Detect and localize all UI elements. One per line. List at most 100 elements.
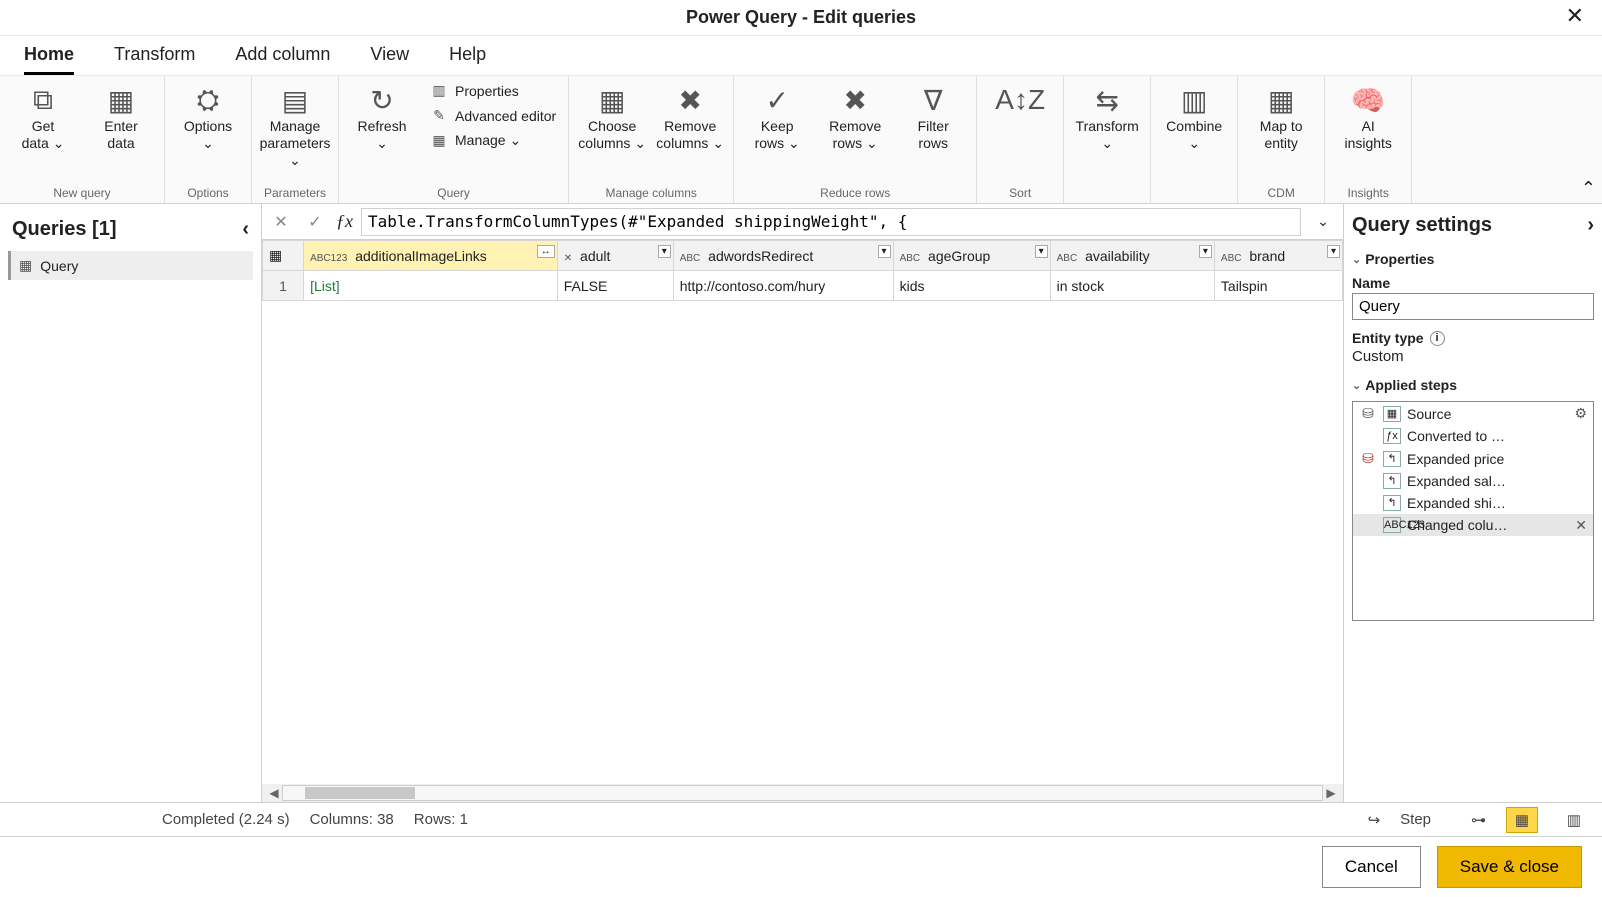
table-corner[interactable]: ▦: [263, 241, 304, 271]
step-label: Expanded shi…: [1407, 495, 1506, 511]
applied-step[interactable]: ⛁▦Source⚙: [1353, 402, 1593, 425]
column-name: adwordsRedirect: [704, 248, 813, 264]
ribbon-group: ✓Keep rows ⌄✖Remove rows ⌄∇Filter rowsRe…: [734, 76, 977, 203]
schema-view-button[interactable]: ▥: [1558, 807, 1590, 833]
cell[interactable]: http://contoso.com/hury: [673, 271, 893, 301]
expand-icon[interactable]: ↔: [537, 245, 555, 258]
cancel-formula-icon[interactable]: ✕: [268, 212, 294, 232]
column-header[interactable]: ABC ageGroup▾: [893, 241, 1050, 271]
cell[interactable]: kids: [893, 271, 1050, 301]
cell[interactable]: FALSE: [557, 271, 673, 301]
filter-dropdown-icon[interactable]: ▾: [878, 245, 891, 258]
enter-data-button[interactable]: ▦Enter data: [84, 80, 158, 154]
column-header[interactable]: ABC123 additionalImageLinks↔: [304, 241, 558, 271]
type-icon: ABC: [1057, 254, 1078, 264]
ribbon-tabs: Home Transform Add column View Help: [0, 36, 1602, 76]
column-name: availability: [1081, 248, 1149, 264]
step-type-icon: ABC123: [1383, 517, 1401, 533]
table-row[interactable]: 1[List]FALSEhttp://contoso.com/hurykidsi…: [263, 271, 1343, 301]
properties-button[interactable]: ▥Properties: [423, 80, 562, 101]
window-title: Power Query - Edit queries: [686, 7, 916, 28]
cell[interactable]: in stock: [1050, 271, 1214, 301]
manage-parameters-button[interactable]: ▤Manage parameters ⌄: [258, 80, 332, 170]
cell[interactable]: [List]: [304, 271, 558, 301]
ribbon-group: ▤Manage parameters ⌄ Parameters: [252, 76, 339, 203]
step-nav-icon[interactable]: ↪: [1368, 811, 1381, 829]
expand-settings-icon[interactable]: ›: [1587, 214, 1594, 237]
applied-step[interactable]: ⛁↰Expanded price: [1353, 447, 1593, 470]
advanced-editor-button[interactable]: ✎Advanced editor: [423, 105, 562, 126]
query-settings-pane: Query settings › ⌄ Properties Name Entit…: [1344, 204, 1602, 802]
query-item[interactable]: ▦ Query: [8, 251, 253, 280]
column-header[interactable]: ABC adwordsRedirect▾: [673, 241, 893, 271]
applied-step[interactable]: ↰Expanded shi…: [1353, 492, 1593, 514]
horizontal-scrollbar[interactable]: ◀ ▶: [262, 784, 1343, 802]
chevron-down-icon[interactable]: ⌄: [1352, 253, 1361, 266]
formula-input[interactable]: [361, 208, 1301, 236]
ribbon-group-label: CDM: [1268, 187, 1295, 203]
chevron-down-icon[interactable]: ⌄: [1352, 379, 1361, 392]
remove-rows-button[interactable]: ✖Remove rows ⌄: [818, 80, 892, 154]
keep-rows-button[interactable]: ✓Keep rows ⌄: [740, 80, 814, 154]
choose-columns-button[interactable]: ▦Choose columns ⌄: [575, 80, 649, 154]
filter-dropdown-icon[interactable]: ▾: [658, 245, 671, 258]
filter-dropdown-icon[interactable]: ▾: [1327, 245, 1340, 258]
filter-dropdown-icon[interactable]: ▾: [1035, 245, 1048, 258]
ribbon-button-label: Get data ⌄: [22, 118, 65, 152]
gear-icon[interactable]: ⚙: [1574, 405, 1587, 422]
sort-button[interactable]: A↕Z: [983, 80, 1057, 120]
ribbon-group: ⇆Transform ⌄: [1064, 76, 1151, 203]
manage-icon: ▦: [429, 132, 449, 149]
name-label: Name: [1352, 271, 1594, 293]
collapse-ribbon-icon[interactable]: ⌃: [1581, 178, 1596, 199]
tab-help[interactable]: Help: [449, 42, 486, 75]
column-header[interactable]: ABC availability ▾: [1050, 241, 1214, 271]
cell[interactable]: Tailspin: [1214, 271, 1342, 301]
step-type-icon: ↰: [1383, 473, 1401, 489]
filter-dropdown-icon[interactable]: ▾: [1199, 245, 1212, 258]
entity-type-value: Custom: [1352, 346, 1594, 373]
column-name: adult: [576, 248, 610, 264]
save-close-button[interactable]: Save & close: [1437, 846, 1582, 888]
tab-add-column[interactable]: Add column: [235, 42, 330, 75]
tab-home[interactable]: Home: [24, 42, 74, 75]
collapse-queries-icon[interactable]: ‹: [242, 218, 249, 241]
status-completed: Completed (2.24 s): [162, 811, 290, 828]
scroll-right-icon[interactable]: ▶: [1323, 786, 1339, 800]
tab-view[interactable]: View: [370, 42, 409, 75]
column-header[interactable]: ABC brand▾: [1214, 241, 1342, 271]
diagram-view-icon[interactable]: ⊶: [1471, 811, 1486, 829]
combine-button[interactable]: ▥Combine ⌄: [1157, 80, 1231, 154]
scroll-left-icon[interactable]: ◀: [266, 786, 282, 800]
formula-dropdown-icon[interactable]: ⌄: [1309, 213, 1337, 230]
cancel-button[interactable]: Cancel: [1322, 846, 1421, 888]
options-button[interactable]: ⛭Options ⌄: [171, 80, 245, 154]
grid-view-button[interactable]: ▦: [1506, 807, 1538, 833]
delete-step-icon[interactable]: ✕: [1575, 517, 1587, 534]
transform-button[interactable]: ⇆Transform ⌄: [1070, 80, 1144, 154]
accept-formula-icon[interactable]: ✓: [302, 212, 328, 232]
info-icon[interactable]: i: [1430, 331, 1445, 346]
query-name-input[interactable]: [1352, 293, 1594, 320]
data-grid[interactable]: ▦ABC123 additionalImageLinks↔✕ adult▾ABC…: [262, 240, 1343, 784]
tab-transform[interactable]: Transform: [114, 42, 195, 75]
ribbon-group: 🧠AI insightsInsights: [1325, 76, 1412, 203]
applied-step[interactable]: ABC123Changed colu…✕: [1353, 514, 1593, 536]
manage-button[interactable]: ▦Manage ⌄: [423, 130, 562, 151]
applied-step[interactable]: ↰Expanded sal…: [1353, 470, 1593, 492]
fx-icon[interactable]: ƒx: [336, 211, 353, 232]
applied-step[interactable]: ƒxConverted to …: [1353, 425, 1593, 447]
type-icon: ABC123: [310, 254, 347, 264]
get-data-button[interactable]: ⧉Get data ⌄: [6, 80, 80, 154]
ai-insights-button[interactable]: 🧠AI insights: [1331, 80, 1405, 154]
ribbon-group-label: Parameters: [264, 187, 326, 203]
map-to-entity-button[interactable]: ▦Map to entity: [1244, 80, 1318, 154]
refresh-button[interactable]: ↻Refresh ⌄: [345, 80, 419, 154]
close-icon[interactable]: ✕: [1556, 3, 1594, 29]
ribbon-button-label: Combine ⌄: [1166, 118, 1222, 152]
filter-rows-button[interactable]: ∇Filter rows: [896, 80, 970, 154]
column-header[interactable]: ✕ adult▾: [557, 241, 673, 271]
remove-columns-button[interactable]: ✖Remove columns ⌄: [653, 80, 727, 154]
sort-icon: A↕Z: [995, 82, 1045, 118]
row-number[interactable]: 1: [263, 271, 304, 301]
